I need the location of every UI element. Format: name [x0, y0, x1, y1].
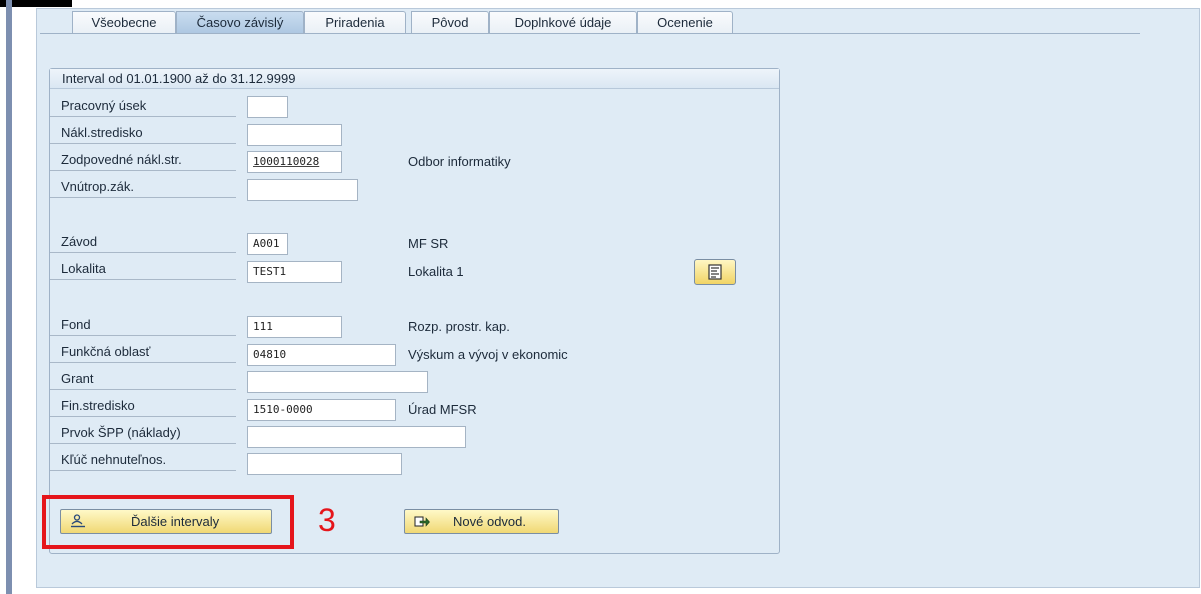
input-kluc-nehnutelnos[interactable] [247, 453, 402, 475]
input-fond[interactable]: 111 [247, 316, 342, 338]
nove-odvod-label: Nové odvod. [453, 514, 526, 529]
input-zodpovedne-nakl-str[interactable]: 1000110028 [247, 151, 342, 173]
input-zavod[interactable]: A001 [247, 233, 288, 255]
input-funkcna-oblast[interactable]: 04810 [247, 344, 396, 366]
lokalita-detail-button[interactable] [694, 259, 736, 285]
tab-underline [40, 33, 1140, 34]
label-fin-stredisko: Fin.stredisko [50, 395, 236, 417]
interval-group-box: Interval od 01.01.1900 až do 31.12.9999 … [49, 68, 780, 554]
derivation-icon [414, 516, 430, 527]
input-vnutrop-zak[interactable] [247, 179, 358, 201]
group-title: Interval od 01.01.1900 až do 31.12.9999 [50, 69, 779, 89]
tab-ocenenie[interactable]: Ocenenie [637, 11, 733, 33]
desc-fin-stredisko: Úrad MFSR [408, 402, 477, 417]
desc-zodpovedne-nakl-str: Odbor informatiky [408, 154, 511, 169]
step-number: 3 [318, 502, 336, 538]
label-lokalita: Lokalita [50, 258, 236, 280]
left-frame-bar [6, 0, 12, 594]
label-grant: Grant [50, 368, 236, 390]
input-prvok-spp[interactable] [247, 426, 466, 448]
label-kluc-nehnutelnos: Kľúč nehnuteľnos. [50, 449, 236, 471]
label-zodpovedne-nakl-str: Zodpovedné nákl.str. [50, 149, 236, 171]
desc-fond: Rozp. prostr. kap. [408, 319, 510, 334]
label-nakl-stredisko: Nákl.stredisko [50, 122, 236, 144]
tab-povod[interactable]: Pôvod [411, 11, 489, 33]
tab-strip: Všeobecne Časovo závislý Priradenia Pôvo… [38, 9, 1038, 33]
input-grant[interactable] [247, 371, 428, 393]
label-funkcna-oblast: Funkčná oblasť [50, 341, 236, 363]
tab-doplnkove-udaje[interactable]: Doplnkové údaje [489, 11, 637, 33]
label-vnutrop-zak: Vnútrop.zák. [50, 176, 236, 198]
desc-funkcna-oblast: Výskum a vývoj v ekonomic [408, 347, 568, 362]
label-prvok-spp: Prvok ŠPP (náklady) [50, 422, 236, 444]
tab-vseobecne[interactable]: Všeobecne [72, 11, 176, 33]
tab-casovo-zavisly[interactable]: Časovo závislý [176, 11, 304, 33]
input-pracovny-usek[interactable] [247, 96, 288, 118]
desc-zavod: MF SR [408, 236, 449, 251]
nove-odvod-button[interactable]: Nové odvod. [404, 509, 559, 534]
label-fond: Fond [50, 314, 236, 336]
label-pracovny-usek: Pracovný úsek [50, 95, 236, 117]
document-icon [708, 264, 722, 280]
tab-priradenia[interactable]: Priradenia [304, 11, 406, 33]
highlight-box [42, 495, 294, 549]
label-zavod: Závod [50, 231, 236, 253]
input-lokalita[interactable]: TEST1 [247, 261, 342, 283]
desc-lokalita: Lokalita 1 [408, 264, 464, 279]
input-nakl-stredisko[interactable] [247, 124, 342, 146]
input-fin-stredisko[interactable]: 1510-0000 [247, 399, 396, 421]
